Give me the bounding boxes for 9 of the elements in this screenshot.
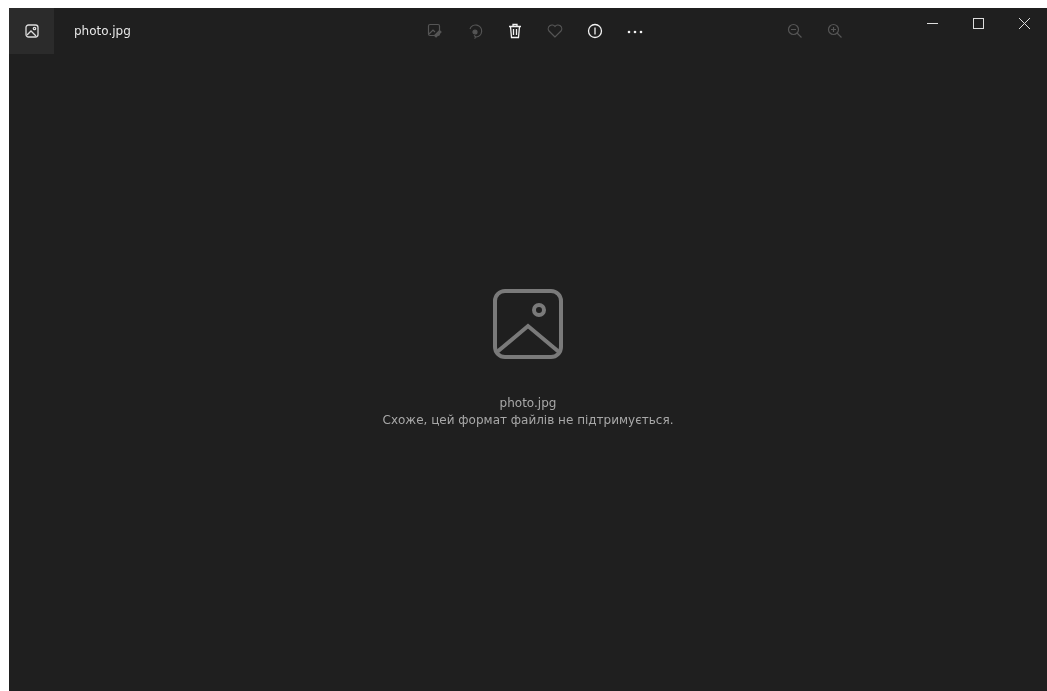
unsupported-format-message: Схоже, цей формат файлів не підтримується. [382,413,674,427]
file-name: photo.jpg [499,396,557,410]
photo-app-icon [24,24,39,38]
close-icon[interactable] [1018,17,1030,29]
window-title: photo.jpg [74,24,131,38]
maximize-icon[interactable] [972,17,984,29]
image-placeholder-icon [492,288,564,360]
info-icon[interactable] [587,23,603,39]
trash-icon[interactable] [507,23,523,39]
